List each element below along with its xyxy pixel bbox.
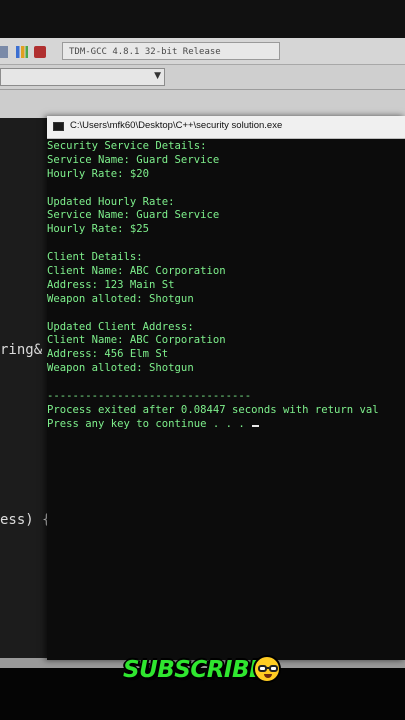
console-line: Weapon alloted: Shotgun: [47, 292, 194, 305]
console-line: Address: 456 Elm St: [47, 348, 169, 361]
nerd-face-emoji-icon: [253, 655, 281, 683]
console-line: Updated Client Address:: [47, 320, 194, 333]
console-line: Weapon alloted: Shotgun: [47, 362, 194, 375]
toolbar-tool-icon[interactable]: [34, 46, 46, 58]
console-line: Hourly Rate: $25: [47, 223, 150, 236]
console-line: Hourly Rate: $20: [47, 167, 150, 180]
console-line: Press any key to continue . . .: [47, 418, 405, 432]
toolbar-chart-icon[interactable]: [16, 46, 28, 58]
console-line: Service Name: Guard Service: [47, 153, 220, 166]
console-line: Client Details:: [47, 251, 143, 264]
ide-panel-gap: [0, 90, 405, 118]
top-bezel: [0, 0, 405, 38]
scope-select[interactable]: ▼: [0, 68, 165, 86]
toolbar-grid-icon[interactable]: [0, 46, 8, 58]
text-cursor: [252, 424, 260, 427]
console-titlebar[interactable]: C:\Users\mfk60\Desktop\C++\security solu…: [47, 116, 405, 139]
console-window[interactable]: C:\Users\mfk60\Desktop\C++\security solu…: [47, 116, 405, 660]
console-title: C:\Users\mfk60\Desktop\C++\security solu…: [70, 120, 283, 131]
console-line: Updated Hourly Rate:: [47, 195, 175, 208]
console-line: Client Name: ABC Corporation: [47, 265, 226, 278]
console-line: Service Name: Guard Service: [47, 209, 220, 222]
console-output: Security Service Details: Service Name: G…: [47, 140, 405, 432]
subscribe-text[interactable]: SUBSCRIBE: [123, 652, 265, 688]
console-line: Security Service Details:: [47, 140, 207, 152]
compiler-select[interactable]: TDM-GCC 4.8.1 32-bit Release: [62, 42, 280, 60]
editor-fragment-string-ref: ring&: [0, 342, 43, 358]
console-line: Process exited after 0.08447 seconds wit…: [47, 403, 379, 416]
editor-fragment-method-sig: ess) {: [0, 512, 51, 528]
console-line: --------------------------------: [47, 390, 252, 403]
console-line: Client Name: ABC Corporation: [47, 334, 226, 347]
console-app-icon: [53, 122, 64, 131]
console-line: Address: 123 Main St: [47, 278, 175, 291]
chevron-down-icon: ▼: [154, 71, 161, 81]
